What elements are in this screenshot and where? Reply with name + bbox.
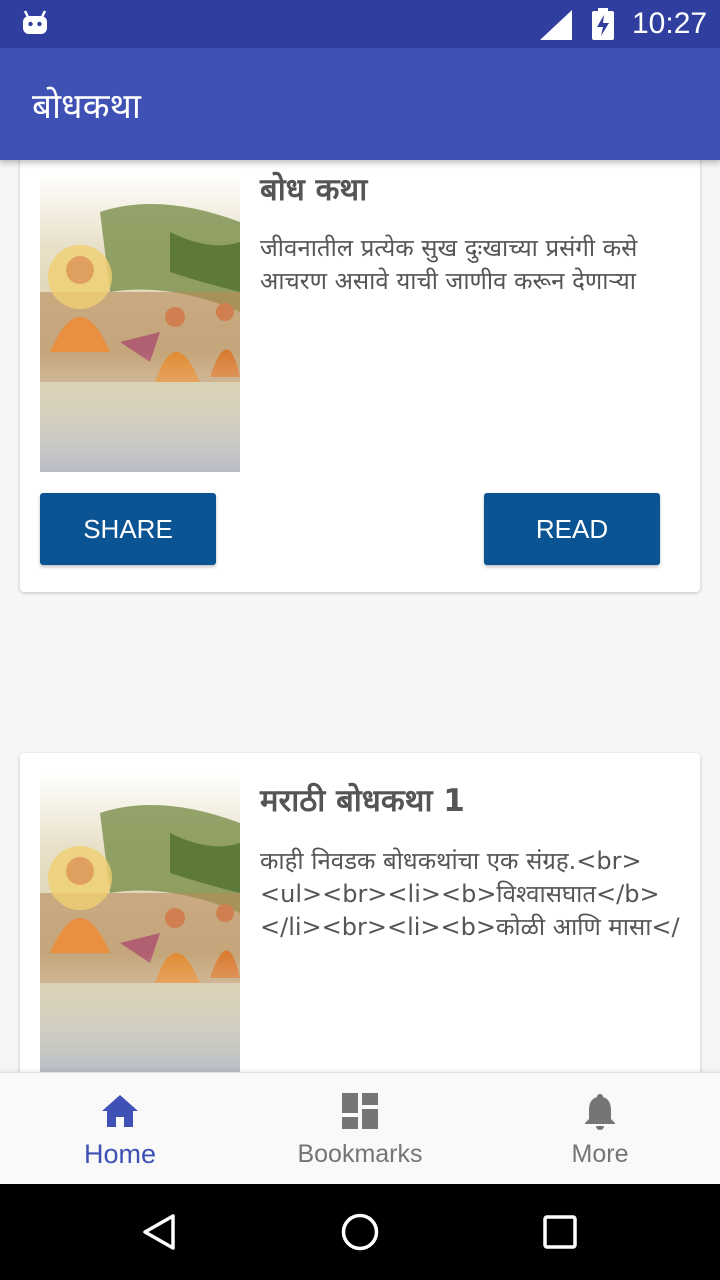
story-title: बोध कथा: [260, 172, 368, 208]
bottom-navigation: Home Bookmarks More: [0, 1072, 720, 1184]
nav-home[interactable]: Home: [0, 1073, 240, 1185]
story-thumbnail: [40, 172, 240, 472]
story-description: काही निवडक बोधकथांचा एक संग्रह.<br><ul><…: [260, 847, 680, 941]
nav-home-label: Home: [83, 1139, 157, 1169]
home-circle-icon[interactable]: [340, 1212, 380, 1252]
story-description: जीवनातील प्रत्येक सुख दुःखाच्या प्रसंगी …: [260, 234, 638, 295]
read-button[interactable]: READ: [484, 493, 660, 565]
back-icon[interactable]: [140, 1212, 180, 1252]
app-title: बोधकथा: [32, 87, 141, 127]
signal-icon: [540, 10, 572, 40]
story-card[interactable]: मराठी बोधकथा 1 काही निवडक बोधकथांचा एक स…: [20, 753, 700, 1072]
nav-bookmarks[interactable]: Bookmarks: [240, 1073, 480, 1185]
story-card[interactable]: बोध कथा जीवनातील प्रत्येक सुख दुःखाच्या …: [20, 160, 700, 592]
system-navigation-bar: [0, 1184, 720, 1280]
status-time: 10:27: [632, 7, 708, 40]
share-button[interactable]: SHARE: [40, 493, 216, 565]
nav-more[interactable]: More: [480, 1073, 720, 1185]
nav-more-label: More: [571, 1140, 629, 1168]
app-bar: बोधकथा: [0, 48, 720, 160]
bookmarks-icon: [342, 1093, 378, 1129]
android-icon: [23, 10, 47, 34]
story-list[interactable]: बोध कथा जीवनातील प्रत्येक सुख दुःखाच्या …: [0, 160, 720, 1072]
recents-icon[interactable]: [540, 1212, 580, 1252]
bell-icon: [585, 1094, 615, 1130]
status-bar: 10:27: [0, 0, 720, 48]
story-title: मराठी बोधकथा 1: [260, 783, 465, 819]
battery-icon: [592, 8, 614, 40]
nav-bookmarks-label: Bookmarks: [297, 1140, 423, 1168]
story-thumbnail: [40, 773, 240, 1072]
home-icon: [102, 1095, 138, 1127]
